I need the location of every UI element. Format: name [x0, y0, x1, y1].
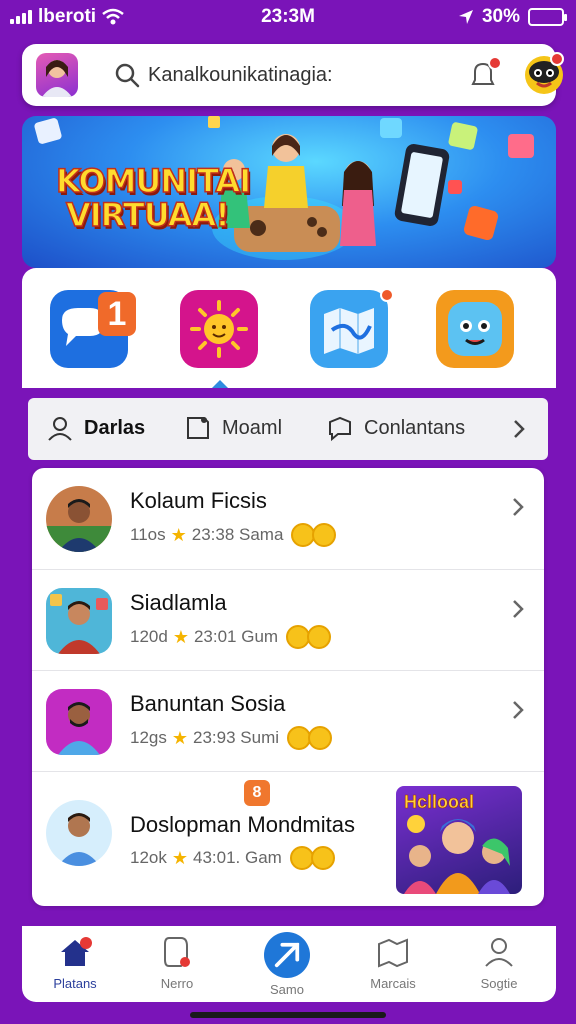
banner-title-line1: KOMUNITAI	[55, 162, 252, 200]
list-item[interactable]: Siadlamla 120d ★ 23:01 Gum	[32, 569, 544, 669]
notification-badge	[488, 56, 502, 70]
item-count: 12gs	[130, 728, 167, 747]
community-banner[interactable]: KOMUNITAI VIRTUAA!	[22, 116, 556, 268]
app-shortcuts: 1	[22, 268, 556, 388]
avatar	[46, 689, 112, 755]
note-icon	[187, 417, 209, 439]
nav-home[interactable]: Platans	[30, 934, 120, 991]
nav-profile[interactable]: Sogtie	[454, 934, 544, 991]
item-count: 11os	[130, 525, 166, 544]
item-time: 23:93 Sumi	[193, 728, 280, 747]
app-tile-sun[interactable]	[180, 290, 258, 368]
reaction-emoji-icon	[291, 523, 337, 547]
chevron-right-icon[interactable]	[512, 419, 526, 439]
home-icon	[61, 937, 92, 966]
status-right: 30%	[458, 6, 567, 28]
nav-compose-label: Samo	[270, 982, 304, 997]
item-title: Banuntan Sosia	[130, 691, 286, 716]
nav-search-label: Nerro	[160, 976, 194, 991]
item-thumbnail[interactable]: Hcllooal	[396, 786, 522, 894]
star-icon: ★	[171, 727, 189, 748]
nav-map[interactable]: Marcais	[348, 934, 438, 991]
item-badge: 8	[244, 780, 270, 806]
app-tile-chat[interactable]: 1	[50, 290, 136, 368]
home-indicator[interactable]	[190, 1012, 386, 1018]
list-item[interactable]: Doslopman Mondmitas 12ok ★ 43:01. Gam Hc…	[32, 771, 544, 906]
star-icon: ★	[171, 847, 189, 868]
app-tile-chat-badge: 1	[98, 292, 136, 336]
map-icon	[324, 308, 374, 354]
reaction-emoji-icon	[286, 625, 332, 649]
thumbnail-label: Hcllooal	[404, 792, 475, 813]
status-bar: lberoti 23:3M 30%	[0, 0, 576, 34]
item-time: 23:01 Gum	[193, 627, 279, 646]
list-item[interactable]: Kolaum Ficsis 11os ★ 23:38 Sama	[32, 468, 544, 568]
search-icon	[164, 937, 190, 967]
mascot-icon	[448, 302, 502, 356]
nav-profile-label: Sogtie	[480, 976, 518, 991]
avatar-badge	[550, 52, 564, 66]
battery-percent: 30%	[481, 6, 520, 27]
chevron-right-icon[interactable]	[510, 699, 526, 721]
item-count: 12ok	[130, 848, 167, 867]
chevron-right-icon[interactable]	[510, 598, 526, 620]
item-meta: 12gs ★ 23:93 Sumi	[130, 726, 333, 750]
app-tile-map-badge	[380, 288, 394, 302]
avatar	[46, 486, 112, 552]
profile-icon	[485, 938, 513, 967]
tab-moaml[interactable]: Moaml	[184, 414, 282, 442]
compose-icon	[264, 932, 310, 978]
reaction-emoji-icon	[287, 726, 333, 750]
avatar	[46, 588, 112, 654]
sun-icon	[190, 300, 248, 358]
reaction-emoji-icon	[289, 846, 335, 870]
chat-bubble-icon	[329, 416, 351, 442]
search-input[interactable]: Kanalkounikatinagia:	[148, 64, 333, 87]
user-avatar[interactable]	[36, 53, 78, 97]
tab-conlantans[interactable]: Conlantans	[326, 414, 465, 442]
tab-moaml-label: Moaml	[222, 416, 283, 439]
list-item[interactable]: Banuntan Sosia 12gs ★ 23:93 Sumi	[32, 670, 544, 770]
banner-title-line2: VIRTUAA!	[65, 196, 230, 234]
nav-compose[interactable]: Samo	[242, 932, 332, 997]
item-count: 120d	[130, 627, 168, 646]
tab-conlantans-label: Conlantans	[364, 416, 466, 439]
bottom-nav: Platans Nerro Samo Marcais Sogtie	[22, 926, 556, 1002]
community-list: Kolaum Ficsis 11os ★ 23:38 Sama Siadlaml…	[32, 468, 544, 906]
search-header: Kanalkounikatinagia:	[22, 44, 564, 106]
item-time: 23:38 Sama	[191, 525, 284, 544]
nav-home-label: Platans	[53, 976, 97, 991]
tab-bar: Darlas Moaml Conlantans	[28, 398, 548, 460]
item-time: 43:01. Gam	[193, 848, 282, 867]
banner-title: KOMUNITAI VIRTUAA!	[55, 162, 252, 234]
item-meta: 12ok ★ 43:01. Gam	[130, 846, 335, 870]
search-icon[interactable]	[114, 62, 140, 88]
nav-search[interactable]: Nerro	[132, 934, 222, 991]
person-icon	[48, 417, 72, 441]
selected-app-indicator	[212, 380, 228, 388]
battery-icon	[528, 8, 567, 26]
item-meta: 11os ★ 23:38 Sama	[130, 523, 337, 547]
app-tile-map[interactable]	[310, 290, 388, 368]
map-icon	[378, 938, 408, 968]
star-icon: ★	[170, 524, 187, 545]
chevron-right-icon[interactable]	[510, 496, 526, 518]
star-icon: ★	[172, 626, 189, 647]
item-title: Doslopman Mondmitas	[130, 812, 355, 837]
avatar	[46, 800, 112, 866]
app-tile-mascot[interactable]	[436, 290, 514, 368]
nav-map-label: Marcais	[370, 976, 416, 991]
tab-darlas-label: Darlas	[84, 416, 146, 439]
item-title: Siadlamla	[130, 590, 227, 615]
item-meta: 120d ★ 23:01 Gum	[130, 625, 332, 649]
tab-darlas[interactable]: Darlas	[46, 414, 145, 442]
location-arrow-icon	[458, 10, 473, 24]
item-title: Kolaum Ficsis	[130, 488, 267, 513]
